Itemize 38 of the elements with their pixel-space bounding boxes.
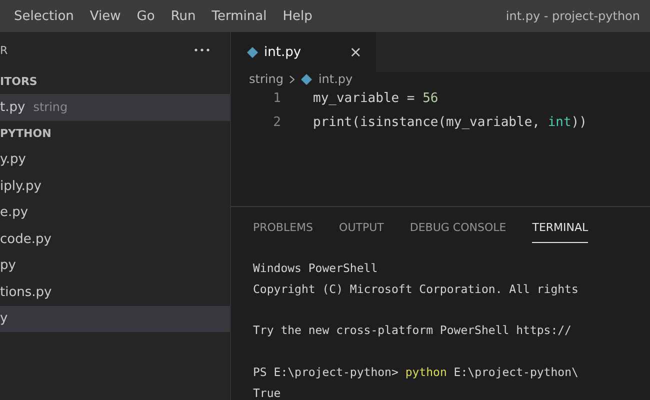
line-number: 2 [272,114,282,130]
panel-tab[interactable]: OUTPUT [339,215,384,243]
panel-tab[interactable]: DEBUG CONSOLE [410,215,506,243]
breadcrumb[interactable]: int.py [318,72,353,86]
terminal-line: PS E:\project-python> python E:\project-python\ [253,364,580,381]
window-title: int.py - project-python [506,9,641,23]
sidebar-title: R [0,44,8,56]
more-icon[interactable] [194,48,210,52]
file-item[interactable]: iply.py [0,173,230,200]
terminal-line: True [253,386,282,400]
code-line: print(isinstance(my_variable, int)) [313,114,587,130]
menu-item[interactable]: Go [128,8,163,24]
panel-tab[interactable]: PROBLEMS [253,215,314,243]
menu-item[interactable]: Selection [6,8,82,24]
line-number: 1 [272,90,282,106]
file-item[interactable]: t.py string [0,94,230,120]
file-item[interactable]: tions.py [0,279,230,306]
file-item[interactable]: y [0,306,230,332]
section-header[interactable]: PYTHON [0,127,52,140]
chevron-icon [289,74,296,84]
menu-item[interactable]: Terminal [204,8,275,24]
terminal-line: Try the new cross-platform PowerShell https:// [253,322,572,340]
terminal-line: Windows PowerShell [253,261,379,277]
file-item[interactable]: code.py [0,226,230,252]
file-item[interactable]: e.py [0,200,230,226]
menu-item[interactable]: View [82,8,129,24]
menu-item[interactable]: Help [274,8,320,24]
terminal-line: Copyright (C) Microsoft Corporation. All rights [253,282,580,298]
menu-item[interactable]: Run [162,8,204,24]
panel-tab[interactable]: TERMINAL [532,215,588,243]
file-item[interactable]: y.py [0,146,230,173]
breadcrumb[interactable]: string [249,72,284,86]
code-line: my_variable = 56 [313,90,438,106]
python-file-icon [247,46,258,58]
editor-tab[interactable]: int.py × [231,32,376,72]
section-header[interactable]: ITORS [0,74,38,88]
close-icon[interactable]: × [349,43,362,61]
file-item[interactable]: py [0,252,230,279]
